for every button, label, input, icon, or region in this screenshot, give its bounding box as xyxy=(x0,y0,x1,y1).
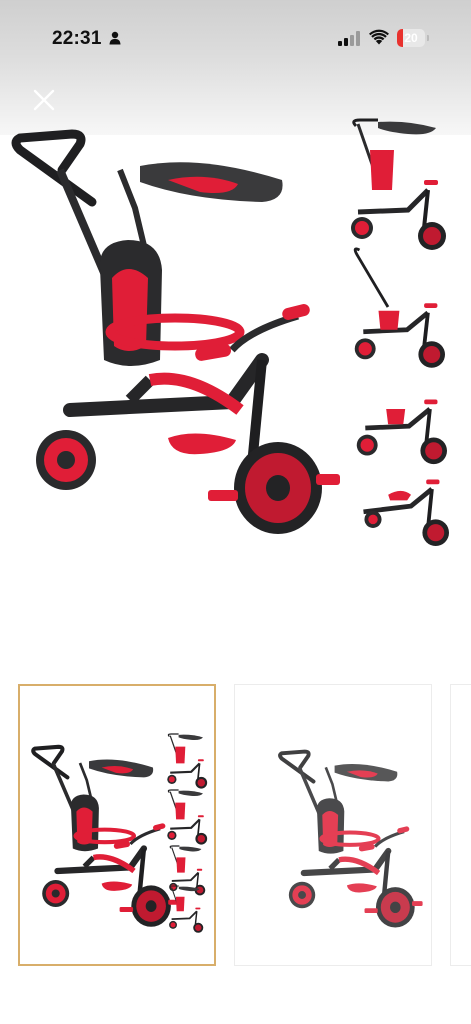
thumbnail-1-image xyxy=(20,732,209,934)
config-view-4 xyxy=(363,479,449,546)
signal-icon xyxy=(338,31,360,46)
status-time: 22:31 xyxy=(52,28,102,49)
battery-tip xyxy=(427,35,429,41)
thumbnail-1[interactable] xyxy=(18,684,216,966)
product-photo xyxy=(0,110,449,546)
status-bar: 22:31 20 xyxy=(0,0,471,80)
main-product-image[interactable] xyxy=(0,110,471,560)
tricycle-main-view xyxy=(16,134,340,534)
thumbnail-strip xyxy=(0,684,471,968)
battery-icon: 20 xyxy=(397,29,425,47)
battery-level-text: 20 xyxy=(404,31,418,45)
wifi-icon xyxy=(369,29,389,45)
thumbnail-2[interactable] xyxy=(234,684,432,966)
config-view-3 xyxy=(356,399,447,465)
thumbnail-2-image xyxy=(235,685,431,965)
config-view-2 xyxy=(353,247,445,368)
person-icon xyxy=(109,31,121,45)
thumbnail-3[interactable] xyxy=(450,684,471,966)
config-view-1 xyxy=(351,120,446,250)
